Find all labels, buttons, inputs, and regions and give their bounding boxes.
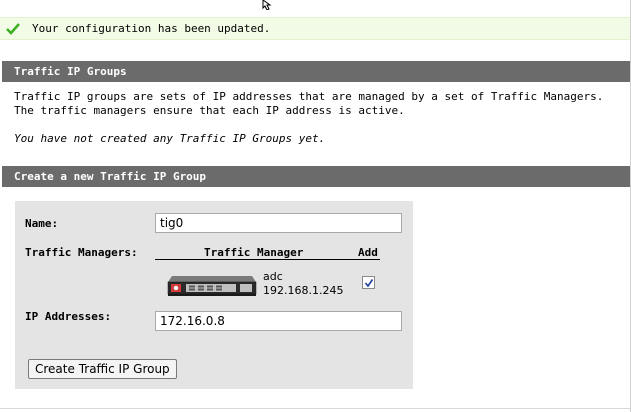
ip-addresses-input[interactable]: 172.16.0.8 (155, 311, 402, 331)
manager-name: adc (263, 270, 283, 283)
add-manager-checkbox[interactable] (362, 276, 375, 289)
notification-message: Your configuration has been updated. (32, 22, 271, 35)
success-notification: Your configuration has been updated. (0, 17, 631, 40)
add-column-header: Add (358, 246, 378, 259)
name-input[interactable]: tig0 (155, 213, 402, 233)
create-group-form: Name: tig0 Traffic Managers: Traffic Man… (15, 201, 413, 389)
name-label: Name: (25, 217, 59, 230)
empty-groups-message: You have not created any Traffic IP Grou… (14, 132, 326, 145)
traffic-managers-label: Traffic Managers: (25, 246, 138, 259)
mouse-cursor-icon (262, 0, 272, 10)
traffic-ip-groups-header: Traffic IP Groups (2, 61, 631, 82)
check-icon (6, 23, 20, 35)
bottom-divider (0, 408, 631, 409)
traffic-ip-groups-description: Traffic IP groups are sets of IP address… (14, 90, 604, 117)
checkbox-check-icon (364, 279, 374, 288)
traffic-manager-column-header: Traffic Manager (204, 246, 304, 259)
manager-ip: 192.168.1.245 (263, 284, 344, 297)
create-group-header: Create a new Traffic IP Group (2, 166, 631, 187)
ip-addresses-label: IP Addresses: (25, 310, 112, 323)
appliance-icon (167, 276, 257, 296)
create-group-button[interactable]: Create Traffic IP Group (28, 359, 177, 379)
table-header-rule (155, 259, 380, 260)
page: Your configuration has been updated. Tra… (0, 0, 631, 412)
